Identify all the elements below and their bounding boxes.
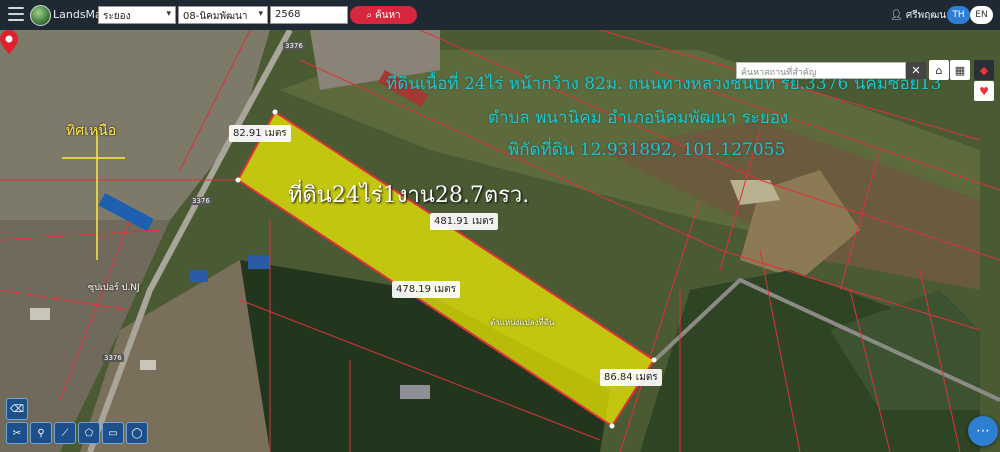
menu-icon[interactable] <box>8 7 24 21</box>
search-button[interactable]: ⌕ ค้นหา <box>350 6 417 24</box>
marker-tool-icon[interactable]: ⚲ <box>30 422 52 444</box>
map-search-input[interactable]: ค้นหาสถานที่สำคัญ <box>736 62 906 79</box>
measure-tool-icon[interactable]: ✂ <box>6 422 28 444</box>
area-label: ที่ดิน24ไร่1งาน28.7ตรว. <box>288 183 530 208</box>
eraser-tool-icon[interactable]: ⌫ <box>6 398 28 420</box>
home-icon[interactable]: ⌂ <box>929 60 949 80</box>
year-input[interactable]: 2568 <box>270 6 348 24</box>
lang-th-button[interactable]: TH <box>947 6 970 24</box>
heart-icon[interactable]: ♥ <box>974 81 994 101</box>
district-select[interactable]: 08-นิคมพัฒนา ▾ <box>178 6 268 24</box>
distance-back: 86.84 เมตร <box>600 369 662 386</box>
line-tool-icon[interactable]: ⟋ <box>54 422 76 444</box>
province-select[interactable]: ระยอง ▾ <box>98 6 176 24</box>
lang-en-button[interactable]: EN <box>970 6 993 24</box>
user-name: ศรีพฤฒนา <box>905 10 952 21</box>
logo-icon <box>30 5 51 26</box>
north-label: ทิศเหนือ <box>66 123 117 139</box>
distance-bottom-side: 478.19 เมตร <box>392 281 461 298</box>
polygon-tool-icon[interactable]: ⬠ <box>78 422 100 444</box>
distance-front: 82.91 เมตร <box>229 125 291 142</box>
province-select-value: ระยอง <box>103 11 131 22</box>
chat-icon[interactable]: ⋯ <box>968 416 998 446</box>
user-icon: 👤︎ <box>890 10 903 21</box>
location-pin-icon[interactable] <box>0 30 18 54</box>
chevron-down-icon: ▾ <box>258 9 263 19</box>
user-menu[interactable]: 👤︎ ศรีพฤฒนา <box>890 8 952 23</box>
road-label: 3376 <box>190 197 212 205</box>
headline-line-3: พิกัดที่ดิน 12.931892, 101.127055 <box>508 140 786 160</box>
circle-tool-icon[interactable]: ◯ <box>126 422 148 444</box>
headline-line-2: ตำบล พนานิคม อำเภอนิคมพัฒนา ระยอง <box>488 108 789 128</box>
distance-top-side: 481.91 เมตร <box>430 213 499 230</box>
district-select-value: 08-นิคมพัฒนา <box>183 11 248 22</box>
search-button-label: ค้นหา <box>374 9 401 21</box>
road-label: 3376 <box>102 354 124 362</box>
draw-toolbar: ✂ ⚲ ⟋ ⬠ ▭ ◯ <box>6 422 148 444</box>
chevron-down-icon: ▾ <box>166 9 171 19</box>
top-bar: LandsMaps ระยอง ▾ 08-นิคมพัฒนา ▾ 2568 ⌕ … <box>0 0 1000 30</box>
poi-shop-label: ซุปเปอร์ ป.NJ <box>88 283 140 293</box>
map-canvas[interactable]: ที่ดินเนื้อที่ 24ไร่ หน้ากว้าง 82ม. ถนนท… <box>0 30 1000 452</box>
rectangle-tool-icon[interactable]: ▭ <box>102 422 124 444</box>
pin-label: ตำแหน่งแปลงที่ดิน <box>490 318 555 327</box>
road-label: 3376 <box>283 42 305 50</box>
close-icon[interactable]: ✕ <box>906 62 926 79</box>
layers-icon[interactable]: ◆ <box>974 60 994 80</box>
grid-icon[interactable]: ▦ <box>950 60 970 80</box>
search-icon: ⌕ <box>366 9 372 21</box>
